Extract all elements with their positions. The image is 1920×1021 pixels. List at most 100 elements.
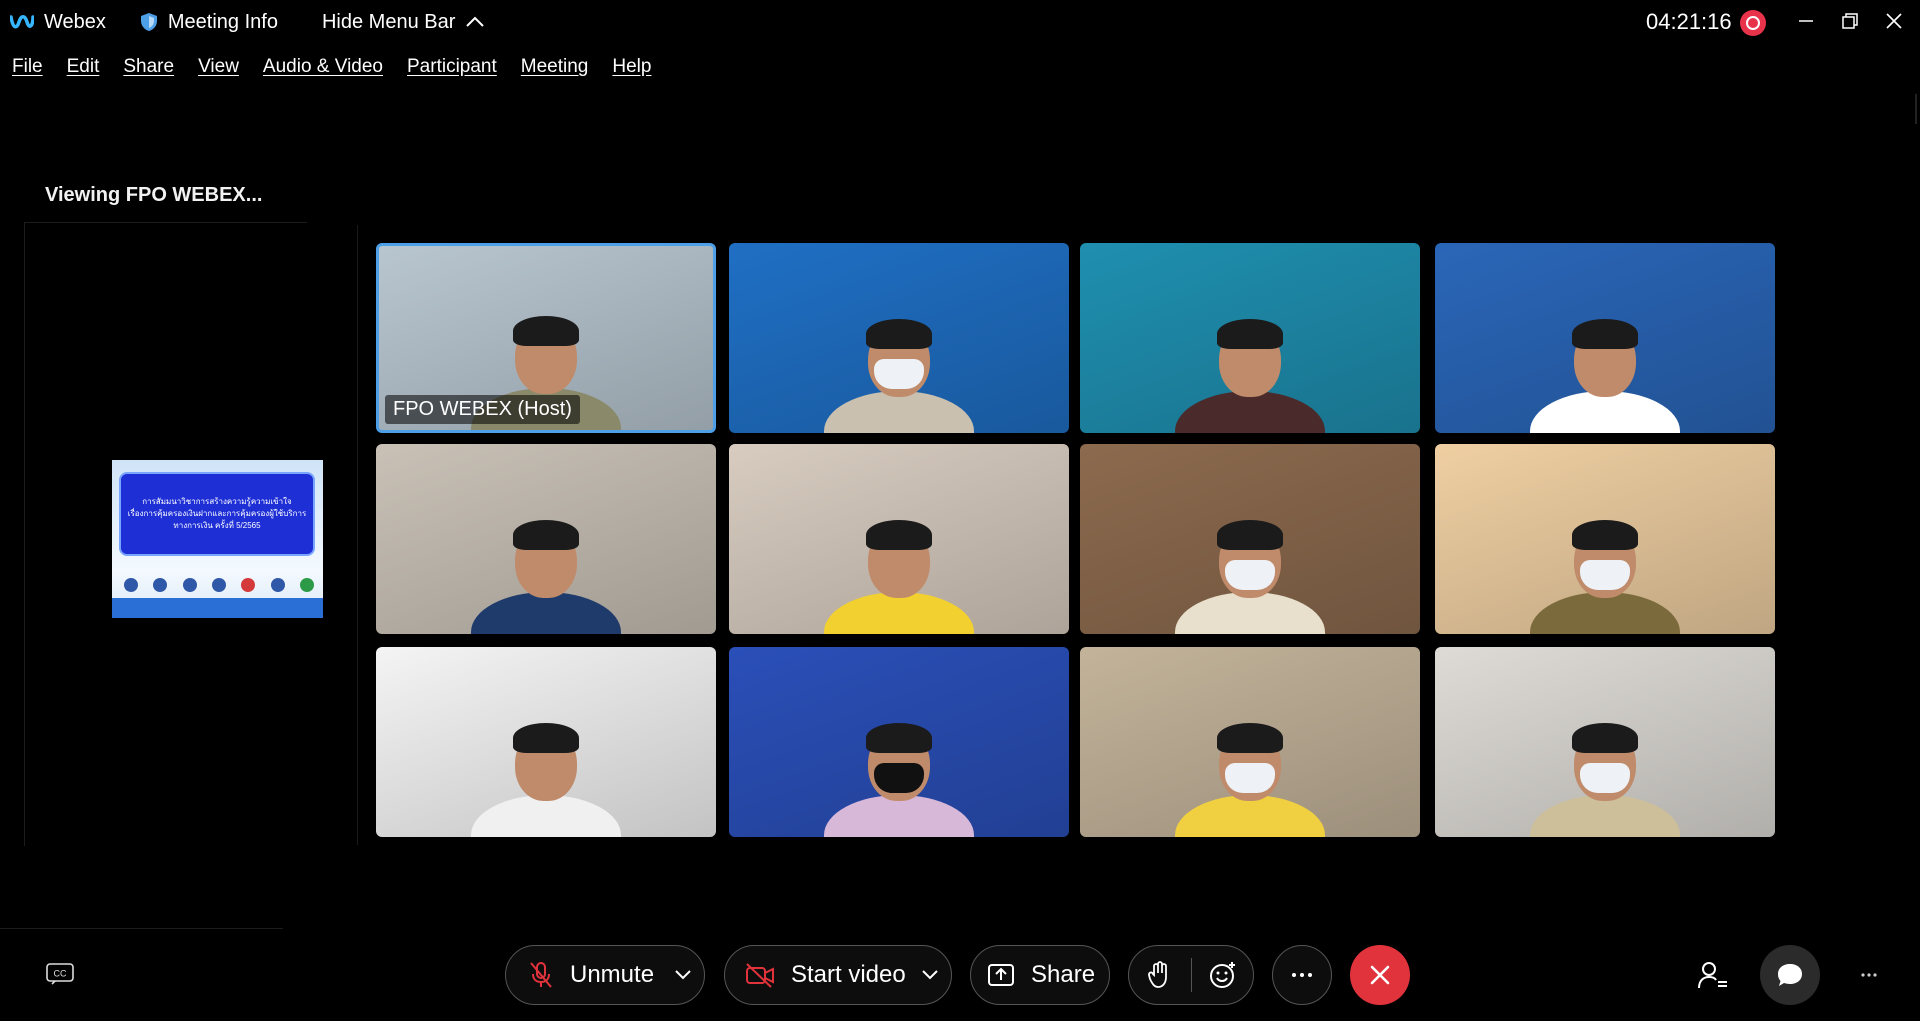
participant-hair bbox=[1217, 520, 1283, 550]
raise-hand-icon[interactable] bbox=[1147, 961, 1173, 989]
video-tile[interactable] bbox=[729, 647, 1069, 837]
participant-figure bbox=[824, 520, 974, 634]
webex-logo-icon bbox=[10, 15, 34, 29]
microphone-muted-icon bbox=[530, 962, 552, 988]
participant-figure bbox=[824, 319, 974, 433]
participant-body bbox=[1530, 391, 1680, 433]
viewing-label: Viewing FPO WEBEX... bbox=[45, 184, 263, 206]
video-off-icon bbox=[746, 963, 774, 988]
logo-icon bbox=[299, 578, 314, 592]
participant-hair bbox=[866, 319, 932, 349]
face-mask bbox=[874, 359, 924, 389]
slide-line: ทางการเงิน ครั้งที่ 5/2565 bbox=[173, 521, 261, 530]
participant-body bbox=[1175, 592, 1325, 634]
app-name: Webex bbox=[44, 10, 106, 33]
participant-body bbox=[1530, 795, 1680, 837]
start-video-button[interactable]: Start video bbox=[724, 945, 952, 1005]
minimize-button[interactable] bbox=[1786, 6, 1826, 36]
participant-body bbox=[1175, 391, 1325, 433]
panel-divider-bottom bbox=[0, 928, 283, 929]
slide-line: เรื่องการคุ้มครองเงินฝากและการคุ้มครองผู… bbox=[127, 509, 307, 518]
share-screen-icon bbox=[988, 964, 1014, 986]
participant-figure bbox=[471, 723, 621, 837]
participant-figure bbox=[824, 723, 974, 837]
video-tile[interactable] bbox=[1435, 647, 1775, 837]
chevron-down-icon[interactable] bbox=[921, 969, 939, 981]
title-bar: Webex Meeting Info Hide Menu Bar 04:21:1… bbox=[0, 0, 1920, 44]
participant-body bbox=[1175, 795, 1325, 837]
chat-button[interactable] bbox=[1760, 945, 1820, 1005]
participants-icon[interactable] bbox=[1697, 960, 1729, 990]
slide-footer-wave bbox=[112, 598, 323, 618]
close-window-button[interactable] bbox=[1874, 6, 1914, 36]
scrollbar[interactable] bbox=[1915, 94, 1917, 124]
restore-icon bbox=[1842, 13, 1858, 29]
menu-meeting[interactable]: Meeting bbox=[521, 56, 589, 78]
chevron-down-icon[interactable] bbox=[674, 969, 692, 981]
participant-figure bbox=[1175, 319, 1325, 433]
video-tile[interactable] bbox=[1080, 647, 1420, 837]
menu-audio-video[interactable]: Audio & Video bbox=[263, 56, 383, 78]
participant-hair bbox=[513, 520, 579, 550]
video-tile[interactable] bbox=[1080, 243, 1420, 433]
share-label: Share bbox=[1031, 961, 1096, 988]
face-mask bbox=[1225, 763, 1275, 793]
participant-hair bbox=[866, 520, 932, 550]
video-tile[interactable] bbox=[1080, 444, 1420, 634]
hide-menu-bar-button[interactable]: Hide Menu Bar bbox=[322, 11, 485, 34]
participant-body bbox=[824, 592, 974, 634]
participant-body bbox=[471, 795, 621, 837]
webex-brand[interactable]: Webex bbox=[10, 11, 106, 34]
video-tile[interactable] bbox=[376, 647, 716, 837]
panel-divider[interactable] bbox=[357, 225, 358, 845]
meeting-info-button[interactable]: Meeting Info bbox=[140, 11, 278, 34]
closed-captions-icon[interactable]: CC bbox=[46, 963, 74, 985]
face-mask bbox=[874, 763, 924, 793]
menu-bar: File Edit Share View Audio & Video Parti… bbox=[0, 50, 663, 84]
participant-figure bbox=[1530, 723, 1680, 837]
more-icon[interactable] bbox=[1861, 973, 1877, 977]
slide-line: การสัมมนาวิชาการสร้างความรู้ความเข้าใจ bbox=[142, 497, 292, 506]
reaction-icon[interactable] bbox=[1209, 961, 1237, 989]
end-call-button[interactable] bbox=[1350, 945, 1410, 1005]
video-tile[interactable] bbox=[729, 444, 1069, 634]
restore-button[interactable] bbox=[1830, 6, 1870, 36]
close-icon bbox=[1886, 13, 1902, 29]
video-tile[interactable] bbox=[729, 243, 1069, 433]
chat-icon bbox=[1778, 964, 1802, 986]
participant-figure bbox=[1175, 520, 1325, 634]
menu-help[interactable]: Help bbox=[612, 56, 651, 78]
hide-menu-label: Hide Menu Bar bbox=[321, 10, 456, 33]
host-name-tag: FPO WEBEX (Host) bbox=[385, 395, 580, 424]
face-mask bbox=[1580, 763, 1630, 793]
chevron-up-icon bbox=[466, 16, 485, 27]
unmute-button[interactable]: Unmute bbox=[505, 945, 705, 1005]
recording-icon[interactable] bbox=[1740, 10, 1766, 36]
meeting-timer: 04:21:16 bbox=[1646, 9, 1732, 34]
unmute-label: Unmute bbox=[570, 961, 655, 988]
participant-figure bbox=[1530, 520, 1680, 634]
menu-edit[interactable]: Edit bbox=[67, 56, 100, 78]
menu-share[interactable]: Share bbox=[123, 56, 174, 78]
participant-hair bbox=[1572, 723, 1638, 753]
video-tile[interactable] bbox=[1435, 444, 1775, 634]
menu-participant[interactable]: Participant bbox=[407, 56, 497, 78]
share-button[interactable]: Share bbox=[970, 945, 1110, 1005]
menu-view[interactable]: View bbox=[198, 56, 239, 78]
participant-hair bbox=[1572, 319, 1638, 349]
participant-hair bbox=[1217, 319, 1283, 349]
more-icon bbox=[1292, 973, 1312, 977]
video-tile[interactable] bbox=[376, 444, 716, 634]
video-tile[interactable] bbox=[1435, 243, 1775, 433]
participant-hair bbox=[513, 316, 579, 346]
reactions-group bbox=[1128, 945, 1254, 1005]
meeting-info-label: Meeting Info bbox=[167, 10, 278, 33]
participant-body bbox=[824, 391, 974, 433]
participant-hair bbox=[866, 723, 932, 753]
video-tile-host[interactable]: FPO WEBEX (Host) bbox=[376, 243, 716, 433]
more-options-button[interactable] bbox=[1272, 945, 1332, 1005]
end-call-icon bbox=[1370, 965, 1390, 985]
logo-icon bbox=[124, 578, 138, 592]
shared-content-thumbnail[interactable]: การสัมมนาวิชาการสร้างความรู้ความเข้าใจ เ… bbox=[112, 460, 323, 618]
menu-file[interactable]: File bbox=[12, 56, 43, 78]
